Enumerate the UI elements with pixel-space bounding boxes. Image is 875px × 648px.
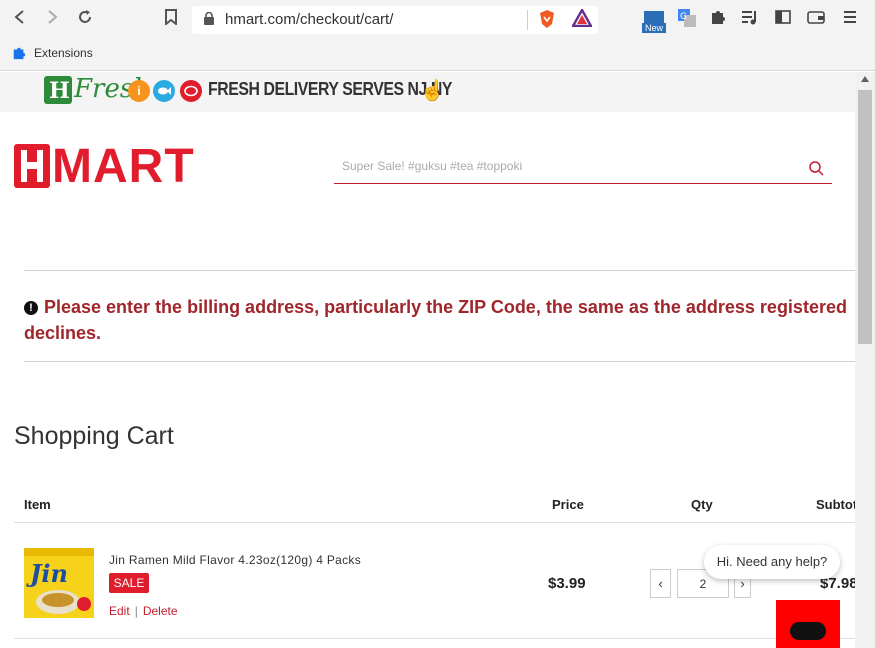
browser-toolbar: hmart.com/checkout/cart/ New G — [0, 0, 875, 40]
chat-greeting[interactable]: Hi. Need any help? — [704, 545, 840, 579]
divider — [527, 10, 528, 30]
svg-text:G: G — [680, 12, 687, 22]
item-price: $3.99 — [548, 575, 586, 592]
bookmark-icon[interactable] — [159, 8, 183, 32]
search-bar — [334, 156, 832, 184]
edit-link[interactable]: Edit — [109, 604, 130, 618]
extensions-puzzle-icon[interactable] — [707, 9, 729, 31]
wallet-icon[interactable] — [805, 9, 827, 31]
lock-icon — [204, 11, 214, 30]
brave-rewards-icon[interactable] — [570, 7, 594, 31]
back-icon[interactable] — [8, 8, 32, 32]
divider — [24, 361, 855, 362]
hmart-logo[interactable] — [14, 144, 50, 193]
meat-icon — [180, 80, 202, 102]
bookmark-label: Extensions — [34, 46, 93, 60]
forward-icon[interactable] — [40, 8, 64, 32]
sale-badge: SALE — [109, 573, 149, 593]
notice-line-2: declines. — [24, 323, 102, 343]
separator: | — [134, 604, 138, 618]
page-title: Shopping Cart — [14, 422, 174, 450]
bookmarks-bar: Extensions — [0, 40, 875, 71]
bookmark-extensions[interactable]: Extensions — [12, 46, 93, 60]
hfresh-logo: H Fresh — [44, 74, 150, 104]
pointing-hand-icon: ☝ — [420, 80, 445, 102]
divider — [14, 522, 855, 523]
url-text: hmart.com/checkout/cart/ — [225, 11, 394, 28]
promo-banner[interactable]: H Fresh i FRESH DELIVERY SERVES NJ.NY ☝ — [0, 72, 855, 112]
page-scrollbar[interactable] — [855, 72, 875, 648]
column-header-subtotal: Subtota — [816, 497, 855, 512]
item-actions: Edit | Delete — [109, 604, 178, 618]
page-viewport: H Fresh i FRESH DELIVERY SERVES NJ.NY ☝ … — [0, 72, 855, 648]
translate-icon[interactable]: G — [676, 9, 698, 31]
column-header-item: Item — [24, 497, 51, 512]
puzzle-icon — [13, 47, 26, 60]
sidebar-icon[interactable] — [772, 9, 794, 31]
exclamation-icon: ! — [24, 301, 38, 315]
qty-decrease-button[interactable]: ‹ — [650, 569, 671, 598]
product-name[interactable]: Jin Ramen Mild Flavor 4.23oz(120g) 4 Pac… — [109, 553, 361, 567]
search-icon[interactable] — [808, 160, 824, 181]
new-badge: New — [642, 23, 666, 33]
logo-text: MART — [52, 140, 195, 193]
search-input[interactable] — [342, 159, 782, 173]
divider — [14, 638, 855, 639]
column-header-price: Price — [552, 497, 584, 512]
delete-link[interactable]: Delete — [143, 604, 178, 618]
fish-icon — [153, 80, 175, 102]
divider — [24, 270, 855, 271]
chat-icon — [790, 622, 826, 640]
menu-icon[interactable] — [839, 9, 861, 31]
info-circle-icon: i — [128, 80, 150, 102]
reload-icon[interactable] — [73, 8, 97, 32]
news-extension-icon[interactable]: New — [642, 11, 666, 33]
chat-launcher-button[interactable] — [776, 600, 840, 648]
scrollbar-thumb[interactable] — [858, 90, 872, 344]
brave-shield-icon[interactable] — [536, 9, 558, 31]
billing-notice: ! Please enter the billing address, parti… — [24, 294, 855, 346]
svg-text:H: H — [49, 78, 70, 104]
column-header-qty: Qty — [691, 497, 713, 512]
media-controls-icon[interactable] — [739, 9, 761, 31]
svg-text:Jin: Jin — [26, 559, 68, 588]
promo-text: FRESH DELIVERY SERVES NJ.NY — [208, 79, 452, 99]
product-thumbnail[interactable]: Jin — [24, 548, 94, 618]
scroll-up-icon[interactable] — [861, 76, 869, 82]
notice-line-1: Please enter the billing address, partic… — [44, 297, 847, 317]
